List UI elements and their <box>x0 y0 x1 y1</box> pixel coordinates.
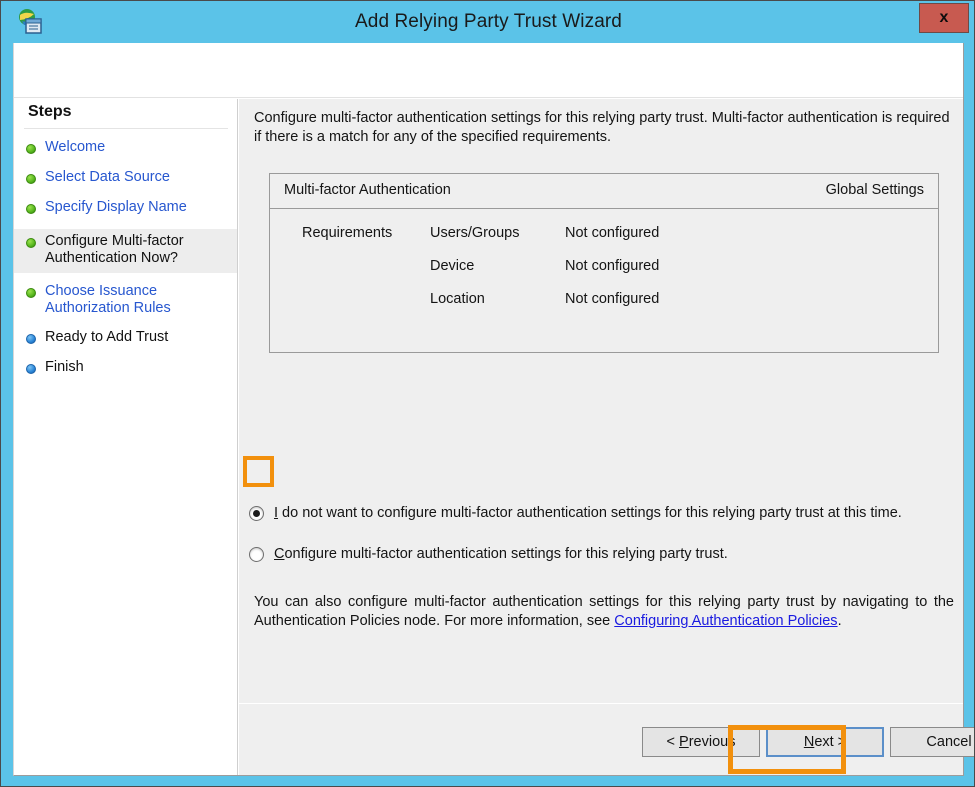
radio-label: Configure multi-factor authentication se… <box>274 546 728 563</box>
sidebar-item-welcome[interactable]: Welcome <box>14 139 237 163</box>
requirement-value: Not configured <box>565 258 659 274</box>
previous-button[interactable]: < Previous <box>642 727 760 757</box>
sidebar-item-label: Configure Multi-factor Authentication No… <box>45 233 231 267</box>
previous-accel-char: P <box>679 734 689 750</box>
intro-description: Configure multi-factor authentication se… <box>254 109 952 147</box>
wizard-window: Add Relying Party Trust Wizard x Steps W… <box>0 0 975 787</box>
steps-header: Steps <box>28 103 72 121</box>
sidebar-item-label: Specify Display Name <box>45 199 187 216</box>
sidebar-item-ready-to-add-trust[interactable]: Ready to Add Trust <box>14 329 237 353</box>
requirements-label: Requirements <box>302 225 392 241</box>
steps-sidebar: Steps Welcome Select Data Source Specify… <box>14 99 238 775</box>
step-status-blue-icon <box>26 364 36 374</box>
step-status-green-icon <box>26 288 36 298</box>
note-description: You can also configure multi-factor auth… <box>254 593 954 631</box>
radio-accel-char: C <box>274 546 284 562</box>
multi-factor-authentication-settings-box: Multi-factor Authentication Global Setti… <box>269 173 939 353</box>
sidebar-item-label: Select Data Source <box>45 169 170 186</box>
window-title: Add Relying Party Trust Wizard <box>1 1 975 43</box>
step-status-green-icon <box>26 174 36 184</box>
settings-box-scope: Global Settings <box>826 182 924 198</box>
requirement-value: Not configured <box>565 225 659 241</box>
next-button[interactable]: Next > <box>766 727 884 757</box>
radio-label: I do not want to configure multi-factor … <box>274 505 902 522</box>
radio-button-icon[interactable] <box>249 506 264 521</box>
requirement-name: Device <box>430 258 474 274</box>
radio-label-text: do not want to configure multi-factor au… <box>278 505 902 521</box>
previous-prefix: < <box>667 734 680 750</box>
note-text-before: You can also configure multi-factor auth… <box>254 594 954 629</box>
sidebar-item-label: Welcome <box>45 139 105 156</box>
settings-box-header: Multi-factor Authentication Global Setti… <box>270 174 938 209</box>
requirement-name: Users/Groups <box>430 225 519 241</box>
sidebar-item-specify-display-name[interactable]: Specify Display Name <box>14 199 237 223</box>
dialog-button-bar: < Previous Next > Cancel <box>239 703 963 775</box>
radio-do-not-configure-mfa[interactable]: I do not want to configure multi-factor … <box>249 505 959 522</box>
step-status-green-icon <box>26 238 36 248</box>
next-label: ext > <box>814 734 846 750</box>
table-row: Users/Groups Not configured <box>430 225 930 243</box>
cancel-label: Cancel <box>926 734 971 750</box>
next-accel-char: N <box>804 734 814 750</box>
sidebar-item-configure-multi-factor-authentication-now[interactable]: Configure Multi-factor Authentication No… <box>14 229 237 273</box>
header-strip <box>14 43 963 98</box>
requirement-name: Location <box>430 291 485 307</box>
table-row: Location Not configured <box>430 291 930 309</box>
sidebar-item-select-data-source[interactable]: Select Data Source <box>14 169 237 193</box>
radio-label-text: onfigure multi-factor authentication set… <box>284 546 727 562</box>
cancel-button[interactable]: Cancel <box>890 727 975 757</box>
main-content-panel: Configure multi-factor authentication se… <box>239 99 963 775</box>
step-status-green-icon <box>26 144 36 154</box>
sidebar-item-choose-issuance-authorization-rules[interactable]: Choose Issuance Authorization Rules <box>14 279 237 323</box>
note-text-after: . <box>838 613 842 629</box>
sidebar-item-label: Ready to Add Trust <box>45 329 168 346</box>
sidebar-item-label: Choose Issuance Authorization Rules <box>45 283 231 317</box>
requirement-value: Not configured <box>565 291 659 307</box>
dialog-client-area: Steps Welcome Select Data Source Specify… <box>13 43 964 776</box>
steps-header-divider <box>24 128 228 129</box>
radio-configure-mfa[interactable]: Configure multi-factor authentication se… <box>249 546 959 563</box>
radio-button-icon[interactable] <box>249 547 264 562</box>
close-icon[interactable]: x <box>919 3 969 33</box>
table-row: Device Not configured <box>430 258 930 276</box>
sidebar-item-label: Finish <box>45 359 84 376</box>
step-status-blue-icon <box>26 334 36 344</box>
step-status-green-icon <box>26 204 36 214</box>
previous-label: revious <box>689 734 736 750</box>
configuring-authentication-policies-link[interactable]: Configuring Authentication Policies <box>614 613 837 629</box>
settings-box-title: Multi-factor Authentication <box>284 182 451 198</box>
title-bar: Add Relying Party Trust Wizard x <box>1 1 975 43</box>
sidebar-item-finish[interactable]: Finish <box>14 359 237 383</box>
